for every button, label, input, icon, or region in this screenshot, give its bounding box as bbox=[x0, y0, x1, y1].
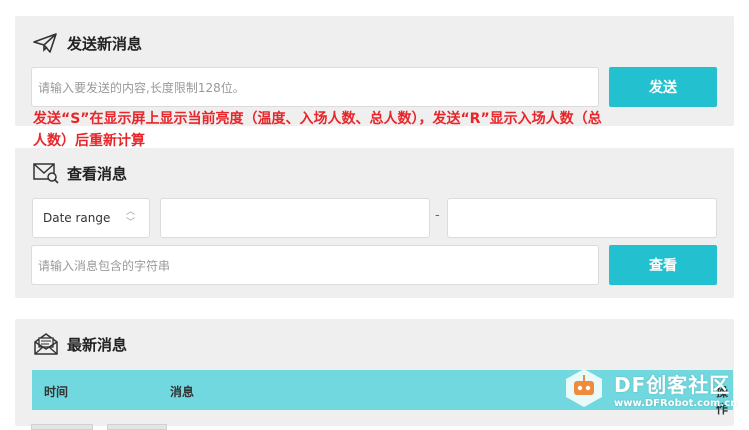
start-date-input[interactable] bbox=[160, 198, 430, 238]
pager-button[interactable] bbox=[31, 424, 93, 430]
date-range-label: Date range bbox=[43, 211, 111, 225]
dfrobot-logo-icon bbox=[560, 365, 608, 413]
instruction-note: 发送“S”在显示屏上显示当前亮度（温度、入场人数、总人数），发送“R”显示入场人… bbox=[33, 111, 602, 149]
envelope-open-icon bbox=[33, 333, 59, 355]
send-panel-title: 发送新消息 bbox=[67, 34, 143, 53]
latest-panel-header: 最新消息 bbox=[33, 333, 127, 355]
envelope-search-icon bbox=[33, 162, 59, 184]
date-separator: - bbox=[435, 208, 440, 223]
end-date-input[interactable] bbox=[447, 198, 717, 238]
view-panel-header: 查看消息 bbox=[33, 162, 127, 184]
column-message: 消息 bbox=[170, 385, 195, 399]
date-range-select[interactable]: Date range ︿ ﹀ bbox=[32, 198, 150, 238]
filter-input[interactable]: 请输入消息包含的字符串 bbox=[31, 245, 599, 285]
paper-plane-icon bbox=[33, 32, 59, 54]
chevron-updown-icon: ︿ ﹀ bbox=[125, 207, 135, 228]
view-button[interactable]: 查看 bbox=[609, 245, 717, 285]
column-time: 时间 bbox=[44, 385, 69, 399]
send-panel-header: 发送新消息 bbox=[33, 32, 142, 54]
dfrobot-watermark: DF创客社区 www.DFRobot.com.cn bbox=[560, 364, 745, 414]
watermark-url: www.DFRobot.com.cn bbox=[614, 398, 738, 409]
pager-button[interactable] bbox=[107, 424, 167, 430]
view-panel-title: 查看消息 bbox=[67, 164, 128, 183]
message-input[interactable]: 请输入要发送的内容,长度限制128位。 bbox=[31, 67, 599, 107]
watermark-brand: DF创客社区 bbox=[614, 373, 731, 397]
latest-panel-title: 最新消息 bbox=[67, 335, 128, 354]
send-button[interactable]: 发送 bbox=[609, 67, 717, 107]
